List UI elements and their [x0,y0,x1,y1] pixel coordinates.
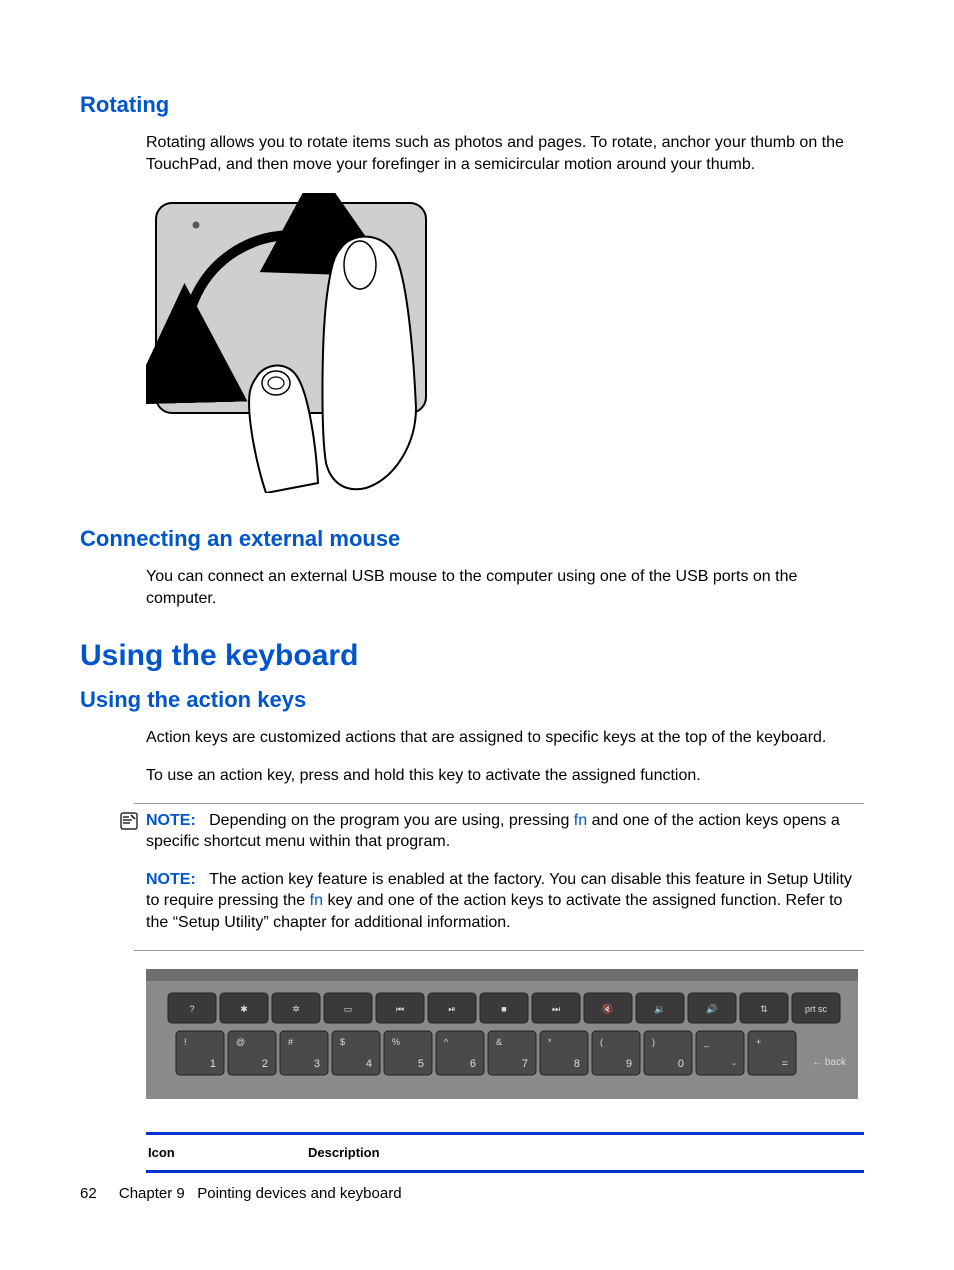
svg-text:■: ■ [501,1004,506,1014]
note-1: NOTE: Depending on the program you are u… [146,810,864,853]
page-content: Rotating Rotating allows you to rotate i… [0,0,954,1270]
para-action-keys-2: To use an action key, press and hold thi… [146,765,864,787]
svg-text:%: % [392,1037,400,1047]
svg-text:🔊: 🔊 [706,1003,717,1015]
svg-text:-: - [732,1058,736,1070]
table-header-description: Description [308,1145,380,1160]
note-1-text-before: Depending on the program you are using, … [209,812,574,829]
svg-text:4: 4 [366,1058,372,1070]
fn-key-reference-2: fn [310,892,323,909]
chapter-title: Chapter 9 Pointing devices and keyboard [119,1185,402,1202]
page-footer: 62 Chapter 9 Pointing devices and keyboa… [80,1185,402,1202]
svg-text:0: 0 [678,1058,684,1070]
svg-text:(: ( [600,1037,603,1047]
svg-text:5: 5 [418,1058,424,1070]
svg-text:✲: ✲ [292,1004,300,1014]
svg-text:6: 6 [470,1058,476,1070]
svg-text:!: ! [184,1037,187,1047]
svg-text:_: _ [703,1037,710,1047]
svg-text:⇅: ⇅ [760,1004,768,1014]
note-divider-top [134,803,864,804]
svg-text:+: + [756,1037,761,1047]
svg-text:⏭: ⏭ [552,1004,560,1014]
svg-text:2: 2 [262,1058,268,1070]
svg-text:⏮: ⏮ [396,1004,404,1014]
note-icon [120,812,138,837]
svg-text:=: = [782,1058,788,1070]
heading-action-keys: Using the action keys [80,687,864,713]
svg-text:&: & [496,1037,502,1047]
svg-text:🔇: 🔇 [602,1003,613,1014]
svg-text:✱: ✱ [240,1004,248,1014]
action-keys-table: Icon Description [146,1132,864,1173]
note-1-label: NOTE: [146,812,196,829]
illustration-keyboard-top-row: ?✱✲▭⏮⏯■⏭🔇🔉🔊⇅prt sc !1@2#3$4%5^6&7*8(9)0_… [146,969,864,1104]
svg-text:▭: ▭ [344,1004,353,1014]
svg-text:prt sc: prt sc [805,1004,828,1014]
note-divider-bottom [134,950,864,951]
para-rotating: Rotating allows you to rotate items such… [146,132,864,175]
table-header-row: Icon Description [146,1135,864,1173]
fn-key-reference: fn [574,812,587,829]
svg-text:1: 1 [210,1058,216,1070]
svg-text:7: 7 [522,1058,528,1070]
svg-text:8: 8 [574,1058,580,1070]
svg-text:← back: ← back [812,1057,847,1068]
svg-text:#: # [288,1037,293,1047]
illustration-rotating-gesture [146,193,864,498]
svg-text:⏯: ⏯ [448,1004,455,1014]
svg-text:3: 3 [314,1058,320,1070]
table-header-icon: Icon [148,1145,308,1160]
note-2-label: NOTE: [146,871,196,888]
svg-text:@: @ [236,1037,245,1047]
para-external-mouse: You can connect an external USB mouse to… [146,566,864,609]
heading-using-keyboard: Using the keyboard [80,639,864,673]
note-2: NOTE: The action key feature is enabled … [146,869,864,934]
para-action-keys-1: Action keys are customized actions that … [146,727,864,749]
svg-text:?: ? [189,1004,194,1014]
svg-text:🔉: 🔉 [654,1004,665,1015]
svg-text:): ) [652,1037,655,1047]
svg-text:$: $ [340,1037,345,1047]
page-number: 62 [80,1185,97,1202]
svg-text:9: 9 [626,1058,632,1070]
heading-rotating: Rotating [80,92,864,118]
heading-external-mouse: Connecting an external mouse [80,526,864,552]
svg-text:*: * [548,1037,552,1047]
